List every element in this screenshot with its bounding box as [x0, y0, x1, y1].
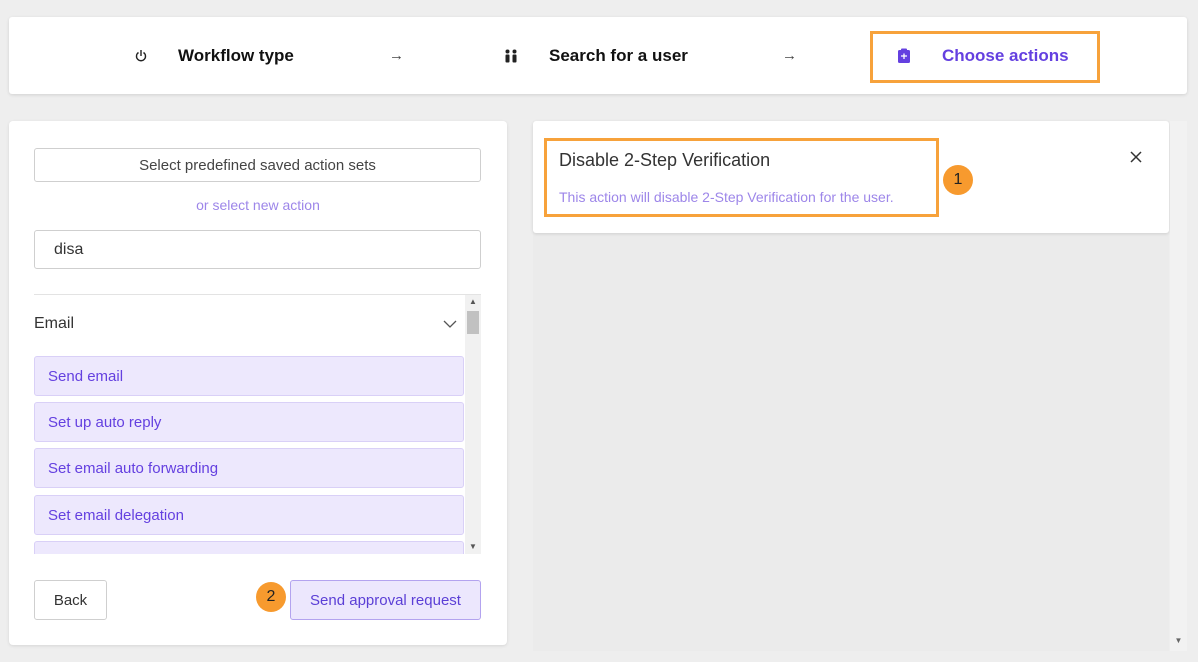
select-new-action-link[interactable]: or select new action	[9, 197, 507, 213]
close-icon[interactable]	[1128, 149, 1144, 165]
action-item[interactable]: Set email delegation	[34, 495, 464, 535]
arrow-right-icon: →	[782, 47, 797, 64]
step-search-user[interactable]: Search for a user	[503, 17, 688, 94]
predefined-action-sets-select[interactable]: Select predefined saved action sets	[34, 148, 481, 182]
annotation-badge-1: 1	[943, 165, 973, 195]
scroll-down-icon[interactable]: ▼	[1170, 636, 1187, 645]
annotation-badge-2: 2	[256, 582, 286, 612]
action-list: Email Send email Set up auto reply Set e…	[34, 294, 481, 554]
action-item[interactable]: Send email	[34, 356, 464, 396]
action-description: This action will disable 2-Step Verifica…	[559, 189, 894, 205]
back-button[interactable]: Back	[34, 580, 107, 620]
action-item[interactable]: Set up auto reply	[34, 402, 464, 442]
selected-action-card: Disable 2-Step Verification This action …	[533, 121, 1169, 233]
step-label: Search for a user	[549, 45, 688, 65]
group-header-email[interactable]: Email	[34, 295, 464, 353]
send-approval-request-button[interactable]: Send approval request	[290, 580, 481, 620]
users-icon	[503, 48, 519, 64]
action-search-input[interactable]	[34, 230, 481, 269]
step-label: Choose actions	[942, 45, 1069, 65]
step-choose-actions[interactable]: Choose actions	[896, 17, 1069, 94]
page-scrollbar[interactable]: ▼	[1170, 121, 1187, 651]
scroll-down-icon[interactable]: ▼	[465, 540, 481, 554]
action-item[interactable]: Set email auto forwarding	[34, 448, 464, 488]
step-label: Workflow type	[178, 45, 294, 65]
chevron-down-icon	[443, 320, 457, 328]
action-picker-panel: Select predefined saved action sets or s…	[9, 121, 507, 645]
scroll-up-icon[interactable]: ▲	[465, 295, 481, 309]
arrow-right-icon: →	[389, 47, 404, 64]
clipboard-icon	[896, 48, 912, 64]
power-icon	[133, 48, 149, 64]
action-title: Disable 2-Step Verification	[559, 150, 771, 170]
step-workflow-type[interactable]: Workflow type	[133, 17, 294, 94]
scroll-thumb[interactable]	[467, 311, 479, 334]
action-list-scrollbar[interactable]: ▲ ▼	[465, 295, 481, 554]
workflow-stepper: Workflow type → Search for a user → Choo…	[9, 17, 1187, 94]
group-label: Email	[34, 315, 75, 332]
action-item[interactable]: Set POP...	[34, 541, 464, 554]
